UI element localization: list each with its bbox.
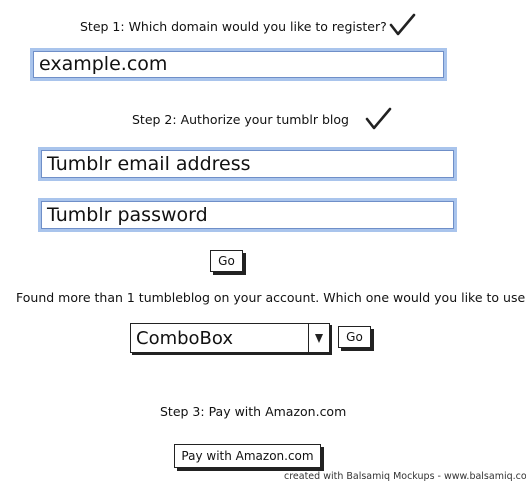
tumblr-password-field[interactable]: Tumblr password — [38, 198, 457, 232]
multiple-blogs-text: Found more than 1 tumbleblog on your acc… — [16, 290, 526, 305]
combobox-value: ComboBox — [136, 327, 234, 349]
step1-label: Step 1: Which domain would you like to r… — [80, 19, 387, 34]
blog-select-combobox[interactable]: ComboBox — [130, 323, 330, 353]
step2-label: Step 2: Authorize your tumblr blog — [132, 112, 349, 127]
tumblr-email-field[interactable]: Tumblr email address — [38, 147, 457, 181]
select-blog-go-button[interactable]: Go — [338, 326, 371, 348]
step3-label: Step 3: Pay with Amazon.com — [160, 404, 347, 419]
pay-with-amazon-button[interactable]: Pay with Amazon.com — [174, 444, 321, 468]
step1-checkmark-icon — [388, 12, 416, 38]
balsamiq-credit: created with Balsamiq Mockups - www.bals… — [284, 471, 526, 482]
authorize-go-button[interactable]: Go — [210, 250, 243, 272]
domain-input[interactable]: example.com — [30, 48, 447, 81]
triangle-down-icon[interactable] — [308, 324, 329, 352]
step2-checkmark-icon — [364, 106, 392, 132]
